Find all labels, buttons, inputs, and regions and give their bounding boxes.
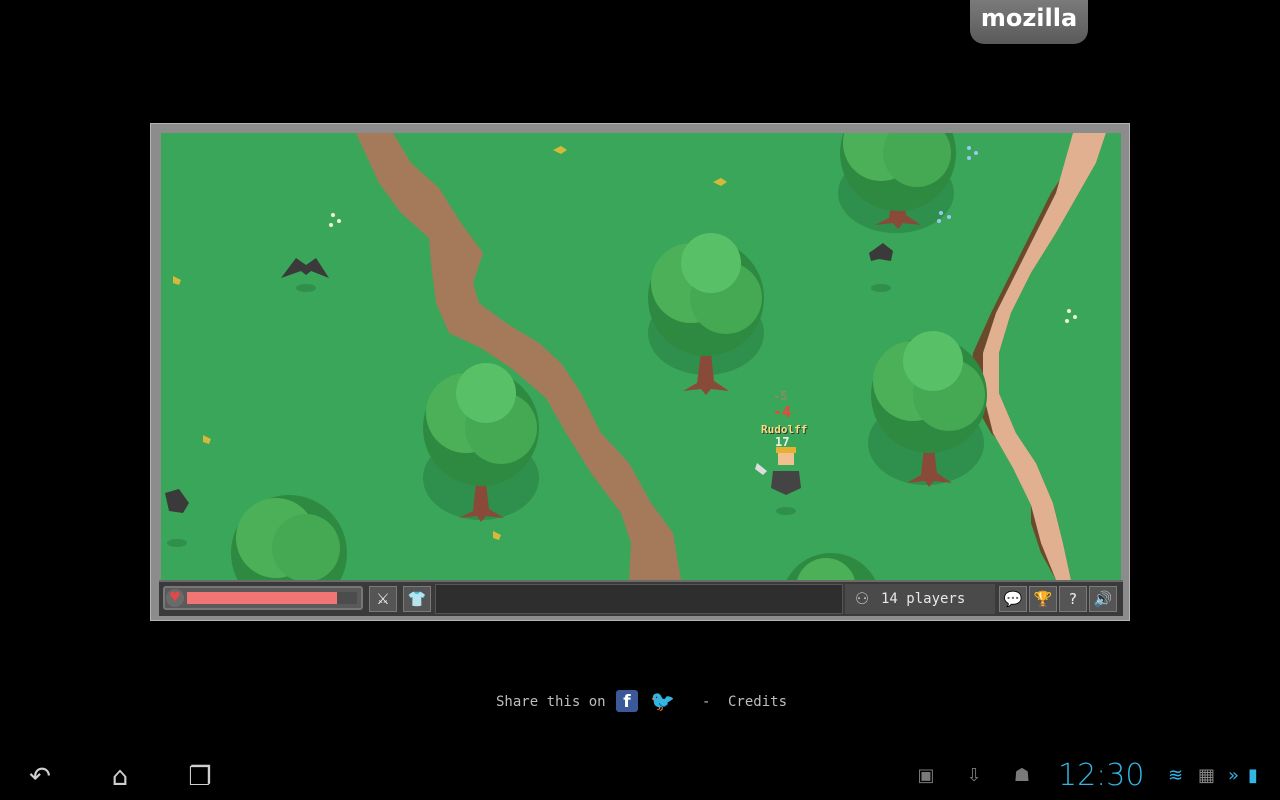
android-icon[interactable]: ☗ bbox=[1010, 764, 1034, 788]
health-bar-container: ♥ bbox=[163, 586, 363, 610]
game-frame: -5 -4 Rudolff 17 ♥ ⚔ 👕 ⚇ 14 players 💬 🏆 … bbox=[150, 123, 1130, 621]
health-bar-fill bbox=[187, 592, 337, 604]
wifi-icon: ≋ bbox=[1168, 765, 1184, 786]
facebook-icon[interactable]: f bbox=[616, 690, 638, 712]
achievements-icon[interactable]: 🏆 bbox=[1029, 586, 1057, 612]
credits-link[interactable]: Credits bbox=[728, 690, 787, 714]
sound-icon[interactable]: 🔊 bbox=[1089, 586, 1117, 612]
mozilla-tab[interactable]: mozilla bbox=[970, 0, 1088, 44]
player-count-box[interactable]: ⚇ 14 players bbox=[845, 584, 995, 614]
status-clock[interactable]: 12:30 bbox=[1058, 756, 1144, 796]
download-icon[interactable]: ⇩ bbox=[962, 764, 986, 788]
sword-icon[interactable]: ⚔ bbox=[369, 586, 397, 612]
armor-icon[interactable]: 👕 bbox=[403, 586, 431, 612]
chevron-icon: » bbox=[1228, 765, 1240, 786]
home-icon[interactable]: ⌂ bbox=[100, 760, 140, 794]
keyboard-icon: ▦ bbox=[1198, 765, 1216, 786]
damage-text-faded: -5 bbox=[773, 389, 788, 403]
chat-area[interactable] bbox=[435, 584, 843, 614]
share-label: Share this on bbox=[496, 694, 606, 710]
twitter-icon[interactable]: 🐦 bbox=[650, 690, 684, 712]
damage-text: -4 bbox=[773, 403, 792, 421]
chat-icon[interactable]: 💬 bbox=[999, 586, 1027, 612]
game-viewport[interactable]: -5 -4 Rudolff 17 bbox=[161, 133, 1121, 580]
player-level-label: 17 bbox=[775, 435, 790, 449]
game-map bbox=[161, 133, 1121, 580]
player-count: 14 players bbox=[881, 591, 966, 607]
heart-icon: ♥ bbox=[166, 589, 184, 607]
game-hud: ♥ ⚔ 👕 ⚇ 14 players 💬 🏆 ? 🔊 bbox=[159, 580, 1123, 616]
health-bar bbox=[187, 592, 357, 604]
gallery-icon[interactable]: ▣ bbox=[914, 764, 938, 788]
battery-icon: ▮ bbox=[1248, 765, 1258, 786]
recents-icon[interactable]: ❐ bbox=[180, 760, 220, 794]
help-icon[interactable]: ? bbox=[1059, 586, 1087, 612]
back-icon[interactable]: ↶ bbox=[20, 760, 60, 794]
android-navbar: ↶ ⌂ ❐ ▣ ⇩ ☗ 12:30 ≋ ▦ » ▮ bbox=[0, 752, 1280, 800]
share-separator: - bbox=[702, 694, 711, 710]
players-icon: ⚇ bbox=[854, 589, 870, 608]
